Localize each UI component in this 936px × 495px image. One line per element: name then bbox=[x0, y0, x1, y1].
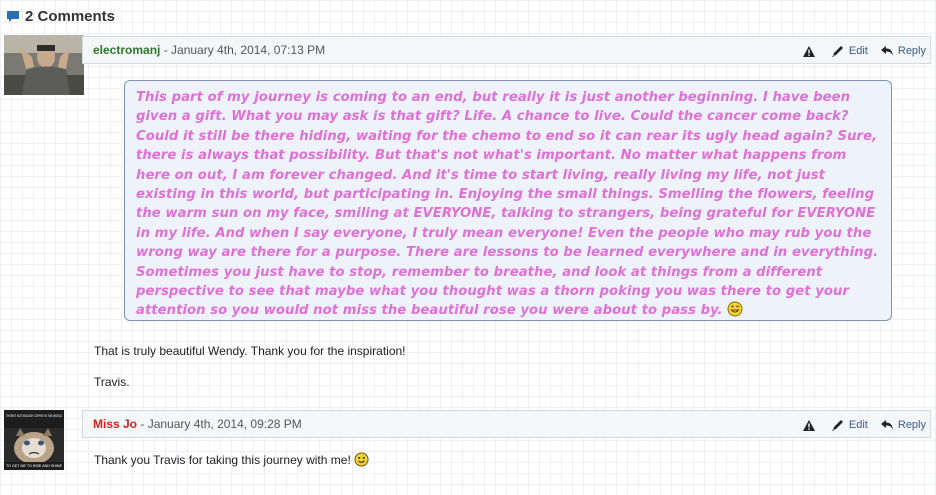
author-name[interactable]: electromanj bbox=[93, 43, 160, 57]
edit-button[interactable]: Edit bbox=[831, 418, 868, 432]
comment-actions: Edit Reply bbox=[790, 418, 926, 432]
meta-separator: - bbox=[137, 417, 148, 431]
edit-label: Edit bbox=[848, 419, 868, 431]
report-button[interactable] bbox=[802, 419, 819, 432]
reply-label: Reply bbox=[897, 419, 926, 431]
reply-arrow-icon bbox=[880, 420, 893, 430]
comment-date: January 4th, 2014, 07:13 PM bbox=[171, 43, 326, 57]
author-name[interactable]: Miss Jo bbox=[93, 417, 137, 431]
avatar-miss-jo[interactable]: THERE'S NOT ENOUGH COFFEE IN THE WORLD T… bbox=[4, 410, 64, 470]
comment-header: Miss Jo - January 4th, 2014, 09:28 PM Ed… bbox=[82, 410, 931, 438]
quote-text: This part of my journey is coming to an … bbox=[136, 90, 879, 319]
quote-bubble: This part of my journey is coming to an … bbox=[124, 80, 892, 321]
comment-text: Thank you Travis for taking this journey… bbox=[94, 453, 351, 467]
comment-body-line: That is truly beautiful Wendy. Thank you… bbox=[94, 344, 406, 358]
comment-meta: Miss Jo - January 4th, 2014, 09:28 PM bbox=[93, 417, 302, 431]
report-button[interactable] bbox=[802, 45, 819, 58]
warning-icon bbox=[802, 419, 815, 431]
reply-arrow-icon bbox=[880, 46, 893, 56]
comment-header: electromanj - January 4th, 2014, 07:13 P… bbox=[82, 36, 931, 64]
comment-actions: Edit Reply bbox=[790, 44, 926, 58]
edit-label: Edit bbox=[848, 45, 868, 57]
comment-date: January 4th, 2014, 09:28 PM bbox=[147, 417, 302, 431]
comment-signature: Travis. bbox=[94, 375, 130, 389]
pencil-icon bbox=[831, 420, 843, 431]
smiley-icon bbox=[354, 452, 369, 467]
meta-separator: - bbox=[160, 43, 172, 57]
reply-button[interactable]: Reply bbox=[880, 418, 926, 432]
comment-icon bbox=[7, 11, 19, 22]
reply-button[interactable]: Reply bbox=[880, 44, 926, 58]
reply-label: Reply bbox=[897, 45, 926, 57]
avatar-meme-bottom: TO GET ME TO RISE AND SHINE bbox=[6, 463, 62, 468]
edit-button[interactable]: Edit bbox=[831, 44, 868, 58]
avatar-electromanj[interactable] bbox=[4, 35, 84, 95]
comments-count-label: 2 Comments bbox=[25, 8, 116, 25]
pencil-icon bbox=[831, 46, 843, 57]
warning-icon bbox=[802, 45, 815, 57]
comment-meta: electromanj - January 4th, 2014, 07:13 P… bbox=[93, 43, 325, 57]
avatar-meme-top: THERE'S NOT ENOUGH COFFEE IN THE WORLD bbox=[6, 413, 62, 418]
comments-heading: 2 Comments bbox=[6, 8, 115, 25]
smiley-icon bbox=[727, 301, 743, 323]
comment-body-line: Thank you Travis for taking this journey… bbox=[94, 452, 369, 467]
